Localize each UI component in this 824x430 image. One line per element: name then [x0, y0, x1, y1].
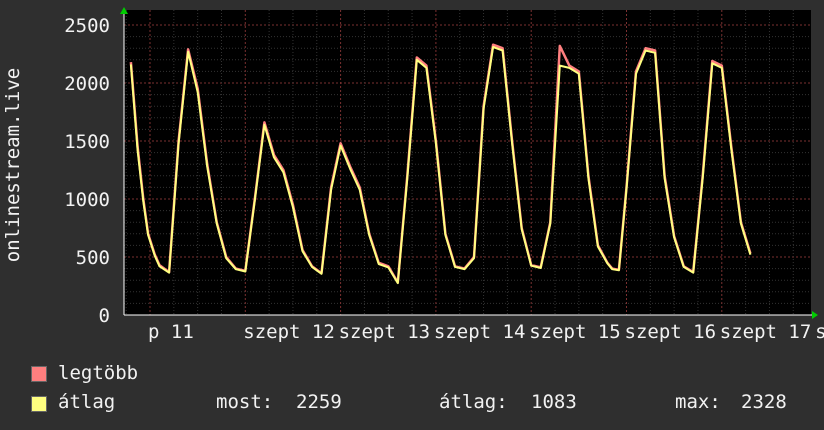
x-tick-label: sz	[815, 321, 824, 343]
x-tick-label: szept 12	[243, 321, 335, 343]
x-axis-arrow	[812, 311, 818, 319]
stat-avg-label: átlag:	[439, 391, 508, 413]
stat-max-value: 2328	[741, 391, 787, 413]
stat-now-value: 2259	[296, 391, 342, 413]
y-tick-label: 1500	[64, 131, 110, 153]
x-tick-label: szept 14	[434, 321, 526, 343]
x-tick-label: p 11	[148, 321, 194, 343]
x-tick-label: szept 15	[529, 321, 621, 343]
stat-avg-value: 1083	[531, 391, 577, 413]
stat-now-label: most:	[216, 391, 274, 413]
y-tick-label: 1000	[64, 189, 110, 211]
stat-max-label: max:	[675, 391, 721, 413]
legend-label-legtobb: legtöbb	[58, 362, 139, 384]
plot-area	[124, 10, 811, 315]
legend-swatch-legtobb	[31, 366, 47, 382]
x-tick-label: szept 13	[339, 321, 431, 343]
x-tick-label: szept 16	[625, 321, 717, 343]
y-tick-label: 500	[76, 247, 110, 269]
y-tick-label: 0	[99, 305, 110, 327]
legend-swatch-atlag	[31, 396, 47, 412]
legend-label-atlag: átlag	[58, 391, 116, 413]
y-tick-label: 2500	[64, 15, 110, 37]
y-axis-label: onlinestream.live	[2, 68, 24, 262]
y-tick-label: 2000	[64, 73, 110, 95]
x-tick-label: szept 17	[720, 321, 812, 343]
